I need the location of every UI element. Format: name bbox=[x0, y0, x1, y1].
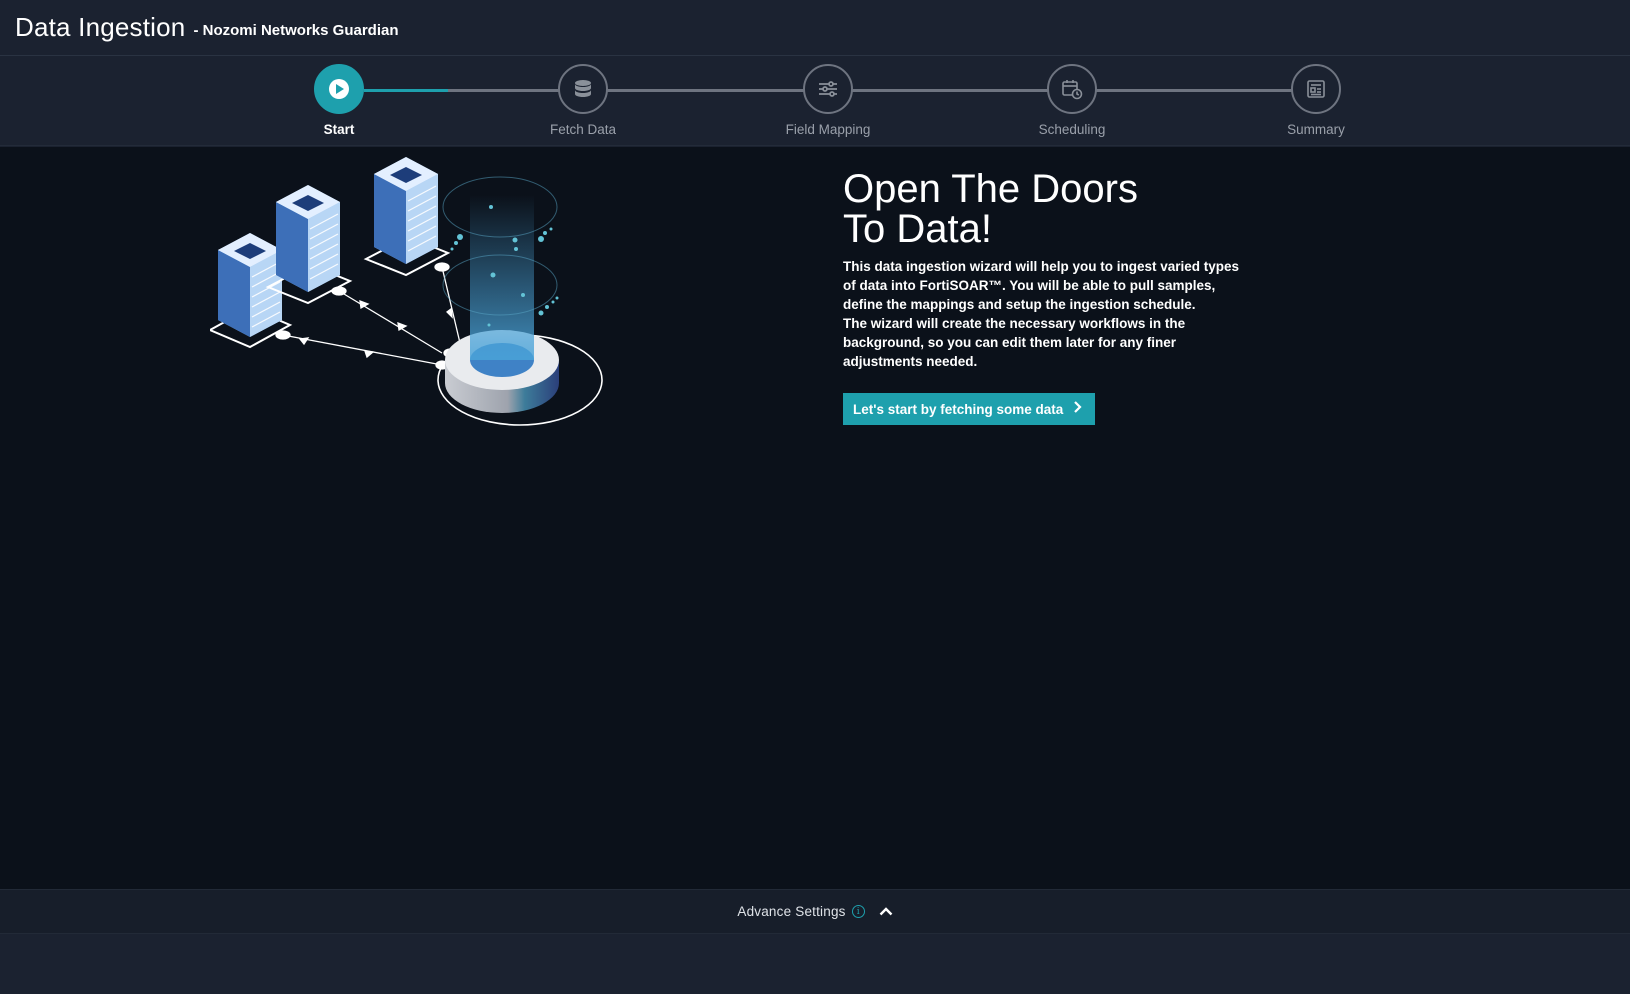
play-icon bbox=[314, 64, 364, 114]
chevron-right-icon bbox=[1073, 400, 1083, 418]
advance-settings-label: Advance Settings bbox=[737, 904, 846, 919]
page-subtitle: - Nozomi Networks Guardian bbox=[193, 22, 399, 39]
step-label: Fetch Data bbox=[549, 122, 617, 137]
start-fetching-label: Let's start by fetching some data bbox=[853, 401, 1064, 417]
wizard-stepper: Start Fetch Data Field Mapping Schedulin… bbox=[0, 57, 1630, 146]
step-field-mapping[interactable]: Field Mapping bbox=[768, 64, 888, 137]
start-fetching-button[interactable]: Let's start by fetching some data bbox=[843, 393, 1096, 425]
app-header: Data Ingestion - Nozomi Networks Guardia… bbox=[0, 0, 1630, 56]
hero-paragraph-2: The wizard will create the necessary wor… bbox=[843, 316, 1186, 369]
main-content: Open The Doors To Data! This data ingest… bbox=[0, 147, 1630, 889]
page-title: Data Ingestion bbox=[15, 12, 186, 42]
footer-area bbox=[0, 934, 1630, 994]
step-fetch-data[interactable]: Fetch Data bbox=[523, 64, 643, 137]
data-store bbox=[437, 176, 603, 426]
data-servers-illustration bbox=[210, 157, 603, 426]
chevron-up-icon[interactable] bbox=[879, 903, 893, 921]
hero-paragraph-1: This data ingestion wizard will help you… bbox=[843, 259, 1240, 312]
advance-settings-bar[interactable]: Advance Settings i bbox=[0, 889, 1630, 934]
database-icon bbox=[558, 64, 608, 114]
step-label: Field Mapping bbox=[785, 122, 871, 137]
step-start[interactable]: Start bbox=[279, 64, 399, 137]
step-label: Start bbox=[323, 122, 355, 137]
step-summary[interactable]: Summary bbox=[1256, 64, 1376, 137]
info-icon[interactable]: i bbox=[851, 905, 865, 918]
summary-document-icon bbox=[1291, 64, 1341, 114]
step-label: Scheduling bbox=[1038, 122, 1106, 137]
hero-section: Open The Doors To Data! This data ingest… bbox=[843, 169, 1243, 425]
step-label: Summary bbox=[1287, 122, 1345, 137]
sliders-icon bbox=[803, 64, 853, 114]
server-right bbox=[363, 157, 451, 277]
hero-heading: Open The Doors To Data! bbox=[843, 167, 1138, 251]
step-scheduling[interactable]: Scheduling bbox=[1012, 64, 1132, 137]
calendar-clock-icon bbox=[1047, 64, 1097, 114]
